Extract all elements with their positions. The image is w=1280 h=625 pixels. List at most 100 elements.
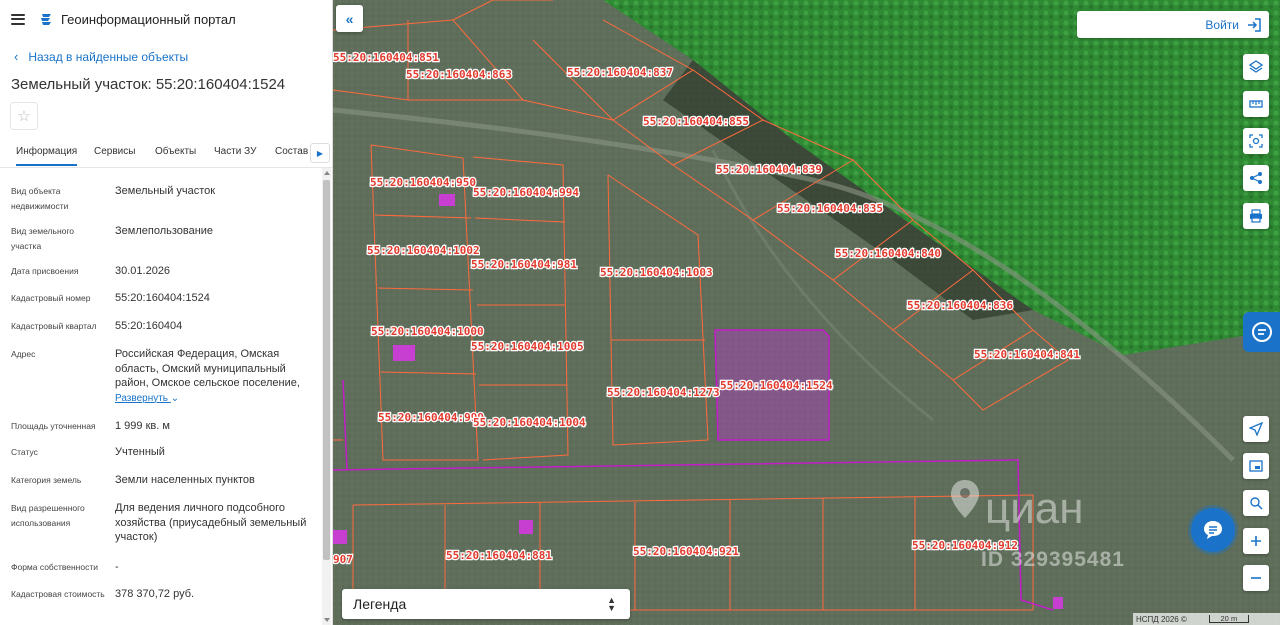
field-label-ownership: Форма собственности xyxy=(11,562,98,572)
tabs-scroll-right-button[interactable]: ▶ xyxy=(310,143,330,163)
login-label: Войти xyxy=(1205,17,1239,32)
parcel-label: 55:20:160404:851 xyxy=(333,51,439,64)
back-link-label: Назад в найденные объекты xyxy=(28,49,189,64)
tab-services[interactable]: Сервисы xyxy=(94,146,135,157)
map-view[interactable]: 55:20:160404:851 55:20:160404:863 55:20:… xyxy=(333,0,1280,625)
minimap-button[interactable] xyxy=(1243,453,1269,479)
expand-label: Развернуть xyxy=(115,392,169,404)
parcel-label: 55:20:160404:1524 xyxy=(720,379,833,392)
ruler-icon xyxy=(1249,100,1263,108)
field-label-object-type: Вид объекта недвижимости xyxy=(11,186,69,211)
my-location-button[interactable] xyxy=(1243,416,1269,442)
info-sidebar: Геоинформационный портал ‹ Назад в найде… xyxy=(0,0,333,625)
scale-bar: 20 m xyxy=(1208,615,1249,623)
select-area-button[interactable] xyxy=(1243,128,1269,154)
parcel-label: 55:20:160404:994 xyxy=(473,186,579,199)
parcel-label: 55:20:160404:999 xyxy=(378,411,484,424)
field-label-assign-date: Дата присвоения xyxy=(11,266,79,276)
print-button[interactable] xyxy=(1243,203,1269,229)
field-value-cadastral-quarter: 55:20:160404 xyxy=(115,320,183,332)
sidebar-scrollbar[interactable] xyxy=(322,168,331,625)
field-value-status: Учтенный xyxy=(115,446,165,458)
parcel-label: 55:20:160404:837 xyxy=(567,66,673,79)
parcel-label: 55:20:160404:840 xyxy=(835,247,941,260)
parcel-label: 55:20:160404:1002 xyxy=(367,244,480,257)
tab-objects[interactable]: Объекты xyxy=(155,146,196,157)
field-value-assign-date: 30.01.2026 xyxy=(115,265,171,277)
app-title: Геоинформационный портал xyxy=(61,11,236,27)
field-label-area: Площадь уточненная xyxy=(11,421,96,431)
satellite-map: 55:20:160404:851 55:20:160404:863 55:20:… xyxy=(333,0,1280,625)
double-chevron-left-icon: « xyxy=(345,10,354,27)
zoom-out-button[interactable] xyxy=(1243,565,1269,591)
back-to-results-link[interactable]: ‹ Назад в найденные объекты xyxy=(14,49,188,64)
parcel-label: 55:20:160404:1004 xyxy=(473,416,586,429)
print-icon xyxy=(1250,209,1262,223)
sort-arrows-icon: ▲ ▼ xyxy=(607,595,616,613)
scroll-down-icon[interactable] xyxy=(324,618,330,622)
field-value-permitted-use: Для ведения личного подсобного хозяйства… xyxy=(115,502,307,543)
parcel-label: 55:20:160404:835 xyxy=(777,202,883,215)
parcel-label: 55:20:160404:1000 xyxy=(371,325,484,338)
field-label-land-category: Категория земель xyxy=(11,475,82,485)
menu-icon[interactable] xyxy=(11,13,25,25)
feedback-tab[interactable] xyxy=(1243,312,1280,352)
parcel-label: 55:20:160404:981 xyxy=(471,258,577,271)
field-label-address: Адрес xyxy=(11,349,36,359)
login-button[interactable]: Войти xyxy=(1077,11,1269,38)
parcel-label: 55:20:160404:912 xyxy=(912,539,1018,552)
parcel-label: 55:20:160404:836 xyxy=(907,299,1013,312)
field-label-cadastral-number: Кадастровый номер xyxy=(11,293,91,303)
parcel-label: 55:20:160404:881 xyxy=(446,549,552,562)
field-value-area: 1 999 кв. м xyxy=(115,420,170,432)
share-button[interactable] xyxy=(1243,165,1269,191)
sidebar-header: Геоинформационный портал xyxy=(0,0,332,38)
legend-select[interactable]: Легенда ▲ ▼ xyxy=(342,589,630,619)
layers-icon xyxy=(1249,60,1263,73)
search-icon xyxy=(1250,497,1263,510)
object-tabs: Информация Сервисы Объекты Части ЗУ Сост… xyxy=(0,140,332,168)
parcel-label: 55:20:160404:1273 xyxy=(607,386,720,399)
tab-zu-parts[interactable]: Части ЗУ xyxy=(214,146,256,157)
search-location-button[interactable] xyxy=(1243,490,1269,516)
tab-composition[interactable]: Состав xyxy=(275,146,308,157)
parcel-label: 55:20:160404:950 xyxy=(370,176,476,189)
share-icon xyxy=(1250,172,1262,184)
minimap-icon xyxy=(1249,460,1263,472)
measure-button[interactable] xyxy=(1243,91,1269,117)
scrollbar-thumb[interactable] xyxy=(323,180,330,560)
address-text: Российская Федерация, Омская область, Ом… xyxy=(115,348,300,389)
navigation-arrow-icon xyxy=(1249,422,1263,436)
field-value-cadastral-number: 55:20:160404:1524 xyxy=(115,292,210,304)
zoom-in-button[interactable] xyxy=(1243,528,1269,554)
legend-label: Легенда xyxy=(353,596,407,612)
expand-address-link[interactable]: Развернуть ⌄ xyxy=(115,393,179,404)
field-label-status: Статус xyxy=(11,447,38,457)
field-value-cadastral-value: 378 370,72 руб. xyxy=(115,588,195,600)
parcel-label: 55:20:160404:921 xyxy=(633,545,739,558)
layers-button[interactable] xyxy=(1243,54,1269,80)
chat-button[interactable] xyxy=(1191,508,1235,552)
parcel-label: 55:20:160404:841 xyxy=(974,348,1080,361)
collapse-panel-button[interactable]: « xyxy=(336,5,363,32)
favorite-button[interactable]: ☆ xyxy=(10,102,38,130)
parcel-label: 55:20:160404:1005 xyxy=(471,340,584,353)
login-icon xyxy=(1248,17,1261,32)
star-icon: ☆ xyxy=(17,108,31,125)
parcel-label: 55:20:160404:863 xyxy=(406,68,512,81)
portal-logo-icon xyxy=(41,14,51,25)
chat-icon xyxy=(1204,521,1222,539)
tab-information[interactable]: Информация xyxy=(16,146,78,166)
map-attribution: НСПД 2026 © 20 m xyxy=(1133,613,1280,625)
parcel-label: 55:20:160404:839 xyxy=(716,163,822,176)
parcel-label: 55:20:160404:855 xyxy=(643,115,749,128)
field-label-parcel-type: Вид земельного участка xyxy=(11,226,75,251)
field-label-cadastral-value: Кадастровая стоимость xyxy=(11,589,105,599)
chevron-left-icon: ‹ xyxy=(14,49,19,64)
field-label-permitted-use: Вид разрешенного использования xyxy=(11,503,85,528)
scroll-up-icon[interactable] xyxy=(324,171,330,175)
minus-icon xyxy=(1251,577,1261,579)
object-title: Земельный участок: 55:20:160404:1524 xyxy=(11,76,286,93)
field-value-land-category: Земли населенных пунктов xyxy=(115,474,255,486)
chevron-down-icon: ⌄ xyxy=(170,392,180,404)
